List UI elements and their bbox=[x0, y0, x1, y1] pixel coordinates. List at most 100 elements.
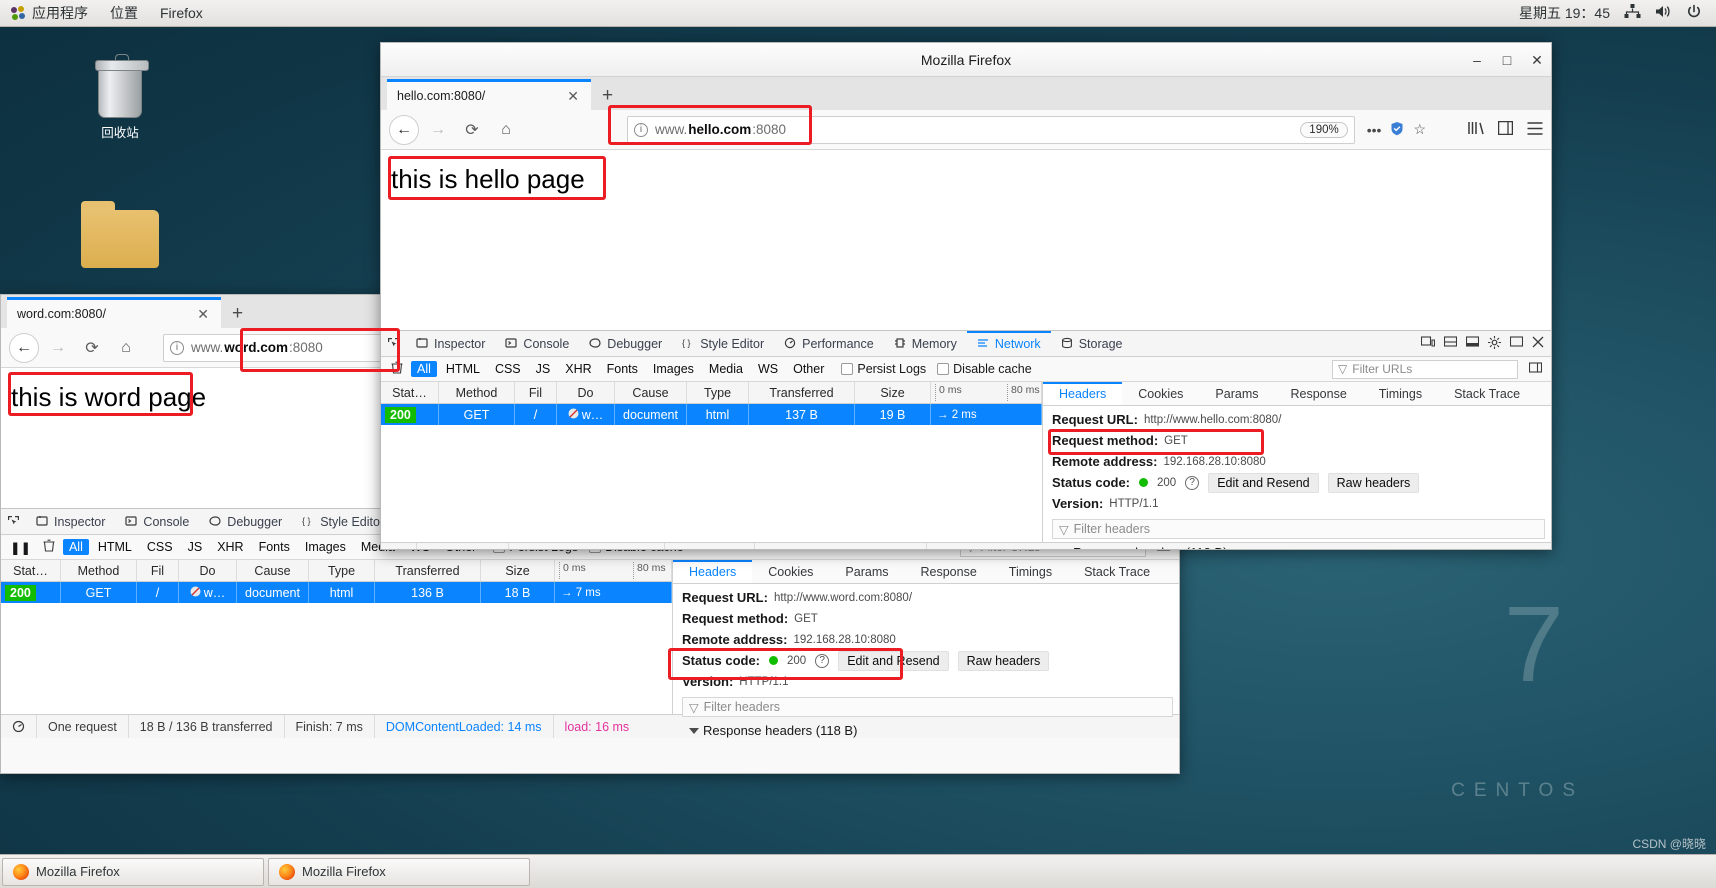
column-method[interactable]: Method bbox=[61, 560, 137, 581]
help-icon[interactable]: ? bbox=[815, 653, 830, 668]
power-icon[interactable] bbox=[1686, 4, 1702, 23]
edit-and-resend-button[interactable]: Edit and Resend bbox=[1208, 472, 1319, 493]
filter-images[interactable]: Images bbox=[299, 539, 352, 555]
filter-css[interactable]: CSS bbox=[489, 361, 527, 377]
detail-tab-headers[interactable]: Headers bbox=[673, 560, 753, 583]
column-type[interactable]: Type bbox=[687, 382, 749, 403]
shield-icon[interactable] bbox=[1390, 121, 1404, 139]
column-domain[interactable]: Do bbox=[179, 560, 237, 581]
maximize-button[interactable]: □ bbox=[1499, 52, 1515, 68]
gear-icon[interactable] bbox=[1488, 335, 1501, 352]
raw-headers-button[interactable]: Raw headers bbox=[957, 650, 1050, 671]
filter-html[interactable]: HTML bbox=[440, 361, 486, 377]
filter-xhr[interactable]: XHR bbox=[559, 361, 597, 377]
filter-other[interactable]: Other bbox=[787, 361, 830, 377]
clear-requests-icon[interactable] bbox=[386, 361, 408, 377]
filter-fonts[interactable]: Fonts bbox=[601, 361, 644, 377]
new-tab-button[interactable]: + bbox=[591, 82, 624, 110]
pick-element-icon[interactable] bbox=[387, 337, 400, 350]
detail-tab-params[interactable]: Params bbox=[829, 560, 904, 583]
filter-js[interactable]: JS bbox=[182, 539, 209, 555]
split-console-icon[interactable] bbox=[1443, 336, 1458, 351]
forward-button[interactable]: → bbox=[43, 333, 73, 363]
library-icon[interactable] bbox=[1468, 121, 1484, 138]
detail-tab-response[interactable]: Response bbox=[905, 560, 993, 583]
devtools-tab-network[interactable]: Network bbox=[967, 331, 1051, 356]
forward-button[interactable]: → bbox=[423, 115, 453, 145]
minimize-button[interactable]: – bbox=[1469, 52, 1485, 68]
panel-places-menu[interactable]: 位置 bbox=[99, 0, 149, 27]
column-status[interactable]: Stat… bbox=[381, 382, 439, 403]
filter-headers-input[interactable]: ▽ Filter headers bbox=[682, 697, 1173, 717]
back-button[interactable]: ← bbox=[389, 114, 419, 145]
filter-all[interactable]: All bbox=[62, 539, 89, 555]
devtools-tab-console[interactable]: Console bbox=[495, 331, 579, 356]
detail-tab-headers[interactable]: Headers bbox=[1043, 382, 1123, 405]
detail-tab-timings[interactable]: Timings bbox=[993, 560, 1068, 583]
panel-applications-menu[interactable]: 应用程序 bbox=[0, 0, 99, 27]
devtools-tab-storage[interactable]: Storage bbox=[1051, 331, 1133, 356]
filter-ws[interactable]: WS bbox=[752, 361, 784, 377]
table-row[interactable]: 200 GET / w… document html 136 B 18 B → … bbox=[1, 582, 672, 603]
devtools-tab-memory[interactable]: Memory bbox=[884, 331, 967, 356]
desktop-icon-home[interactable] bbox=[72, 201, 168, 272]
responsive-design-icon[interactable] bbox=[1420, 336, 1436, 351]
column-domain[interactable]: Do bbox=[557, 382, 615, 403]
column-size[interactable]: Size bbox=[481, 560, 555, 581]
column-size[interactable]: Size bbox=[855, 382, 931, 403]
home-button[interactable]: ⌂ bbox=[491, 115, 521, 145]
page-info-icon[interactable]: i bbox=[634, 122, 648, 137]
ellipsis-icon[interactable]: ••• bbox=[1367, 122, 1382, 138]
firefox-window-hello[interactable]: Mozilla Firefox – □ ✕ hello.com:8080/ ✕ … bbox=[380, 42, 1552, 550]
detail-tab-params[interactable]: Params bbox=[1199, 382, 1274, 405]
column-cause[interactable]: Cause bbox=[615, 382, 687, 403]
network-monitor-icon[interactable] bbox=[381, 543, 417, 549]
close-button[interactable]: ✕ bbox=[1529, 52, 1545, 68]
clear-requests-icon[interactable] bbox=[38, 539, 60, 555]
url-bar-hello[interactable]: i www. hello.com :8080 190% bbox=[627, 115, 1355, 144]
detail-tab-response[interactable]: Response bbox=[1275, 382, 1363, 405]
column-method[interactable]: Method bbox=[439, 382, 515, 403]
devtools-tab-console[interactable]: Console bbox=[115, 509, 199, 534]
new-tab-button[interactable]: + bbox=[221, 300, 254, 328]
column-type[interactable]: Type bbox=[309, 560, 375, 581]
bookmark-star-icon[interactable]: ☆ bbox=[1413, 121, 1426, 138]
toggle-details-pane-icon[interactable] bbox=[1521, 361, 1546, 377]
response-headers-section[interactable]: Response headers (118 B) bbox=[1052, 539, 1551, 549]
panel-firefox-menu[interactable]: Firefox bbox=[149, 0, 214, 27]
disable-cache-checkbox[interactable]: Disable cache bbox=[937, 362, 1032, 376]
filter-html[interactable]: HTML bbox=[92, 539, 138, 555]
detail-tab-cookies[interactable]: Cookies bbox=[752, 560, 829, 583]
detail-tab-stack-trace[interactable]: Stack Trace bbox=[1068, 560, 1166, 583]
devtools-tab-debugger[interactable]: Debugger bbox=[199, 509, 292, 534]
reload-button[interactable]: ⟳ bbox=[457, 115, 487, 145]
filter-js[interactable]: JS bbox=[530, 361, 557, 377]
devtools-tab-performance[interactable]: Performance bbox=[774, 331, 884, 356]
response-headers-section[interactable]: Response headers (118 B) bbox=[682, 717, 1179, 738]
close-tab-icon[interactable]: ✕ bbox=[193, 306, 213, 323]
taskbar-item-firefox-1[interactable]: Mozilla Firefox bbox=[2, 857, 264, 886]
filter-xhr[interactable]: XHR bbox=[211, 539, 249, 555]
column-transferred[interactable]: Transferred bbox=[375, 560, 481, 581]
back-button[interactable]: ← bbox=[9, 332, 39, 363]
column-transferred[interactable]: Transferred bbox=[749, 382, 855, 403]
zoom-level-badge[interactable]: 190% bbox=[1300, 121, 1348, 138]
network-monitor-icon[interactable] bbox=[1, 715, 37, 738]
desktop-icon-trash[interactable]: 回收站 bbox=[72, 54, 168, 141]
tab-word[interactable]: word.com:8080/ ✕ bbox=[7, 297, 221, 328]
edit-and-resend-button[interactable]: Edit and Resend bbox=[838, 650, 949, 671]
devtools-tab-style-editor[interactable]: { } Style Editor bbox=[672, 331, 774, 356]
persist-logs-checkbox[interactable]: Persist Logs bbox=[841, 362, 926, 376]
sidebar-icon[interactable] bbox=[1497, 120, 1514, 138]
pause-requests-icon[interactable]: ❚❚ bbox=[6, 540, 35, 555]
filter-all[interactable]: All bbox=[411, 361, 437, 377]
column-cause[interactable]: Cause bbox=[237, 560, 309, 581]
detail-tab-stack-trace[interactable]: Stack Trace bbox=[1438, 382, 1536, 405]
devtools-tab-style-editor[interactable]: { } Style Editor bbox=[292, 509, 394, 534]
filter-css[interactable]: CSS bbox=[141, 539, 179, 555]
column-file[interactable]: Fil bbox=[137, 560, 179, 581]
page-info-icon[interactable]: i bbox=[170, 340, 184, 355]
panel-clock[interactable]: 星期五 19：45 bbox=[1519, 3, 1610, 23]
raw-headers-button[interactable]: Raw headers bbox=[1327, 472, 1420, 493]
network-icon[interactable] bbox=[1624, 4, 1641, 22]
